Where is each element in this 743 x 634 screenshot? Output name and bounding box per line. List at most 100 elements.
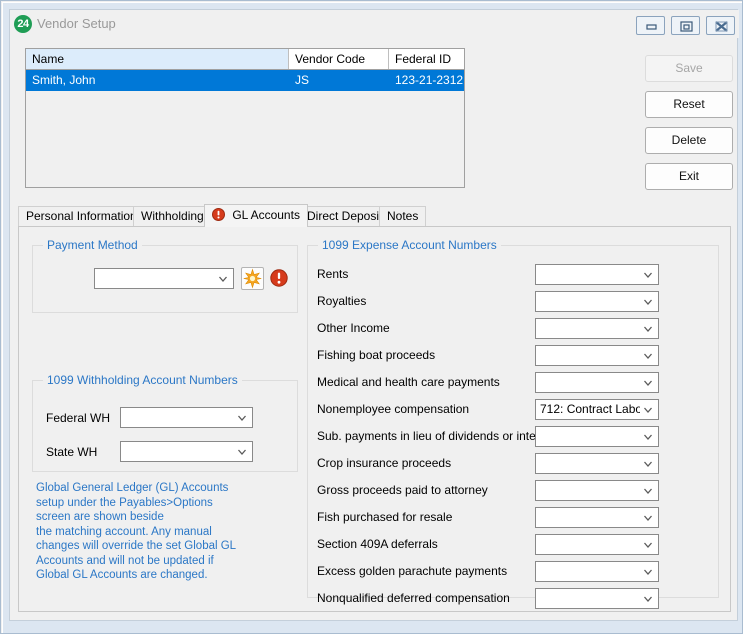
expense-select-fish-purchased-resale[interactable] [535, 507, 659, 528]
info-line: screen are shown beside [36, 510, 286, 525]
window-frame: 24 Vendor Setup [2, 2, 743, 634]
vendor-grid[interactable]: Name Vendor Code Federal ID Smith, John … [25, 48, 465, 188]
expense-select-section-409a-deferrals[interactable] [535, 534, 659, 555]
maximize-button[interactable] [671, 16, 700, 35]
expense-select-fishing-boat-proceeds[interactable] [535, 345, 659, 366]
chevron-down-icon [641, 292, 655, 311]
withholding-group-title: 1099 Withholding Account Numbers [43, 373, 242, 387]
delete-button[interactable]: Delete [645, 127, 733, 154]
column-header-federal-id[interactable]: Federal ID [389, 49, 464, 69]
payment-method-select[interactable] [94, 268, 234, 289]
expense-row-fish-purchased-resale: Fish purchased for resale [308, 504, 718, 531]
exit-button[interactable]: Exit [645, 163, 733, 190]
title-bar: 24 Vendor Setup [10, 10, 739, 38]
payment-method-group-title: Payment Method [43, 238, 142, 252]
expense-group-title: 1099 Expense Account Numbers [318, 238, 501, 252]
payment-method-error-icon [270, 269, 288, 287]
window-client-area: 24 Vendor Setup [9, 9, 738, 621]
window-title: Vendor Setup [37, 15, 116, 33]
tab-personal-information[interactable]: Personal Information [18, 206, 145, 226]
expense-row-section-409a-deferrals: Section 409A deferrals [308, 531, 718, 558]
chevron-down-icon [641, 400, 655, 419]
gl-accounts-info-text: Global General Ledger (GL) Accounts setu… [36, 481, 286, 583]
info-line: changes will override the set Global GL [36, 539, 286, 554]
info-line: setup under the Payables>Options [36, 496, 286, 511]
cell-name: Smith, John [32, 70, 287, 91]
cell-federal-id: 123-21-2312 [395, 70, 465, 91]
info-line: the matching account. Any manual [36, 525, 286, 540]
expense-label: Royalties [317, 294, 366, 308]
chevron-down-icon [235, 408, 249, 427]
expense-row-medical-health-care: Medical and health care payments [308, 369, 718, 396]
minimize-button[interactable] [636, 16, 665, 35]
app-badge-icon: 24 [14, 15, 32, 33]
expense-select-other-income[interactable] [535, 318, 659, 339]
tab-strip: Personal Information Withholding GL Acco… [18, 204, 731, 226]
federal-wh-select[interactable] [120, 407, 253, 428]
expense-value [540, 427, 640, 446]
expense-select-rents[interactable] [535, 264, 659, 285]
vendor-setup-window: 24 Vendor Setup [0, 0, 743, 634]
expense-row-rents: Rents [308, 261, 718, 288]
chevron-down-icon [641, 373, 655, 392]
gl-accounts-panel: Payment Method [18, 226, 731, 612]
expense-label: Sub. payments in lieu of dividends or in… [317, 429, 556, 443]
table-row[interactable]: Smith, John JS 123-21-2312 [26, 70, 464, 91]
expense-row-crop-insurance-proceeds: Crop insurance proceeds [308, 450, 718, 477]
chevron-down-icon [641, 562, 655, 581]
expense-value [540, 346, 640, 365]
expense-select-royalties[interactable] [535, 291, 659, 312]
tab-notes[interactable]: Notes [379, 206, 426, 226]
federal-wh-label: Federal WH [46, 411, 110, 425]
close-icon [707, 17, 734, 34]
expense-select-nonqualified-deferred-comp[interactable] [535, 588, 659, 609]
expense-select-medical-health-care[interactable] [535, 372, 659, 393]
column-header-vendor-code[interactable]: Vendor Code [289, 49, 389, 69]
cell-vendor-code: JS [295, 70, 390, 91]
federal-wh-value [125, 408, 234, 427]
close-button[interactable] [706, 16, 735, 35]
expense-row-sub-payments: Sub. payments in lieu of dividends or in… [308, 423, 718, 450]
expense-label: Medical and health care payments [317, 375, 500, 389]
tab-direct-deposit[interactable]: Direct Deposit [299, 206, 390, 226]
tab-label: Notes [387, 209, 418, 223]
add-payment-method-button[interactable] [241, 267, 264, 290]
expense-select-gross-proceeds-attorney[interactable] [535, 480, 659, 501]
payment-method-value [99, 269, 215, 288]
expense-value [540, 292, 640, 311]
minimize-icon [637, 17, 664, 34]
info-line: Global GL Accounts are changed. [36, 568, 286, 583]
reset-button[interactable]: Reset [645, 91, 733, 118]
expense-value [540, 319, 640, 338]
tab-gl-accounts[interactable]: GL Accounts [204, 204, 308, 227]
chevron-down-icon [641, 535, 655, 554]
expense-value [540, 508, 640, 527]
chevron-down-icon [235, 442, 249, 461]
tab-withholding[interactable]: Withholding [133, 206, 212, 226]
info-line: Accounts and will not be updated if [36, 554, 286, 569]
expense-label: Fishing boat proceeds [317, 348, 435, 362]
expense-select-crop-insurance-proceeds[interactable] [535, 453, 659, 474]
expense-label: Other Income [317, 321, 390, 335]
expense-label: Nonqualified deferred compensation [317, 591, 510, 605]
expense-accounts-group: 1099 Expense Account Numbers Rents Royal… [307, 245, 719, 598]
payment-method-group: Payment Method [32, 245, 298, 313]
expense-select-nonemployee-compensation[interactable]: 712: Contract Labor [535, 399, 659, 420]
expense-select-sub-payments[interactable] [535, 426, 659, 447]
save-button[interactable]: Save [645, 55, 733, 82]
state-wh-select[interactable] [120, 441, 253, 462]
tab-label: Direct Deposit [307, 209, 382, 223]
expense-value [540, 373, 640, 392]
state-wh-label: State WH [46, 445, 97, 459]
withholding-accounts-group: 1099 Withholding Account Numbers Federal… [32, 380, 298, 472]
expense-select-excess-golden-parachute[interactable] [535, 561, 659, 582]
state-wh-value [125, 442, 234, 461]
tab-label: Withholding [141, 209, 204, 223]
chevron-down-icon [216, 269, 230, 288]
tab-label: Personal Information [26, 209, 137, 223]
expense-row-royalties: Royalties [308, 288, 718, 315]
expense-row-gross-proceeds-attorney: Gross proceeds paid to attorney [308, 477, 718, 504]
expense-row-nonqualified-deferred-comp: Nonqualified deferred compensation [308, 585, 718, 612]
maximize-icon [672, 17, 699, 34]
column-header-name[interactable]: Name [26, 49, 289, 69]
